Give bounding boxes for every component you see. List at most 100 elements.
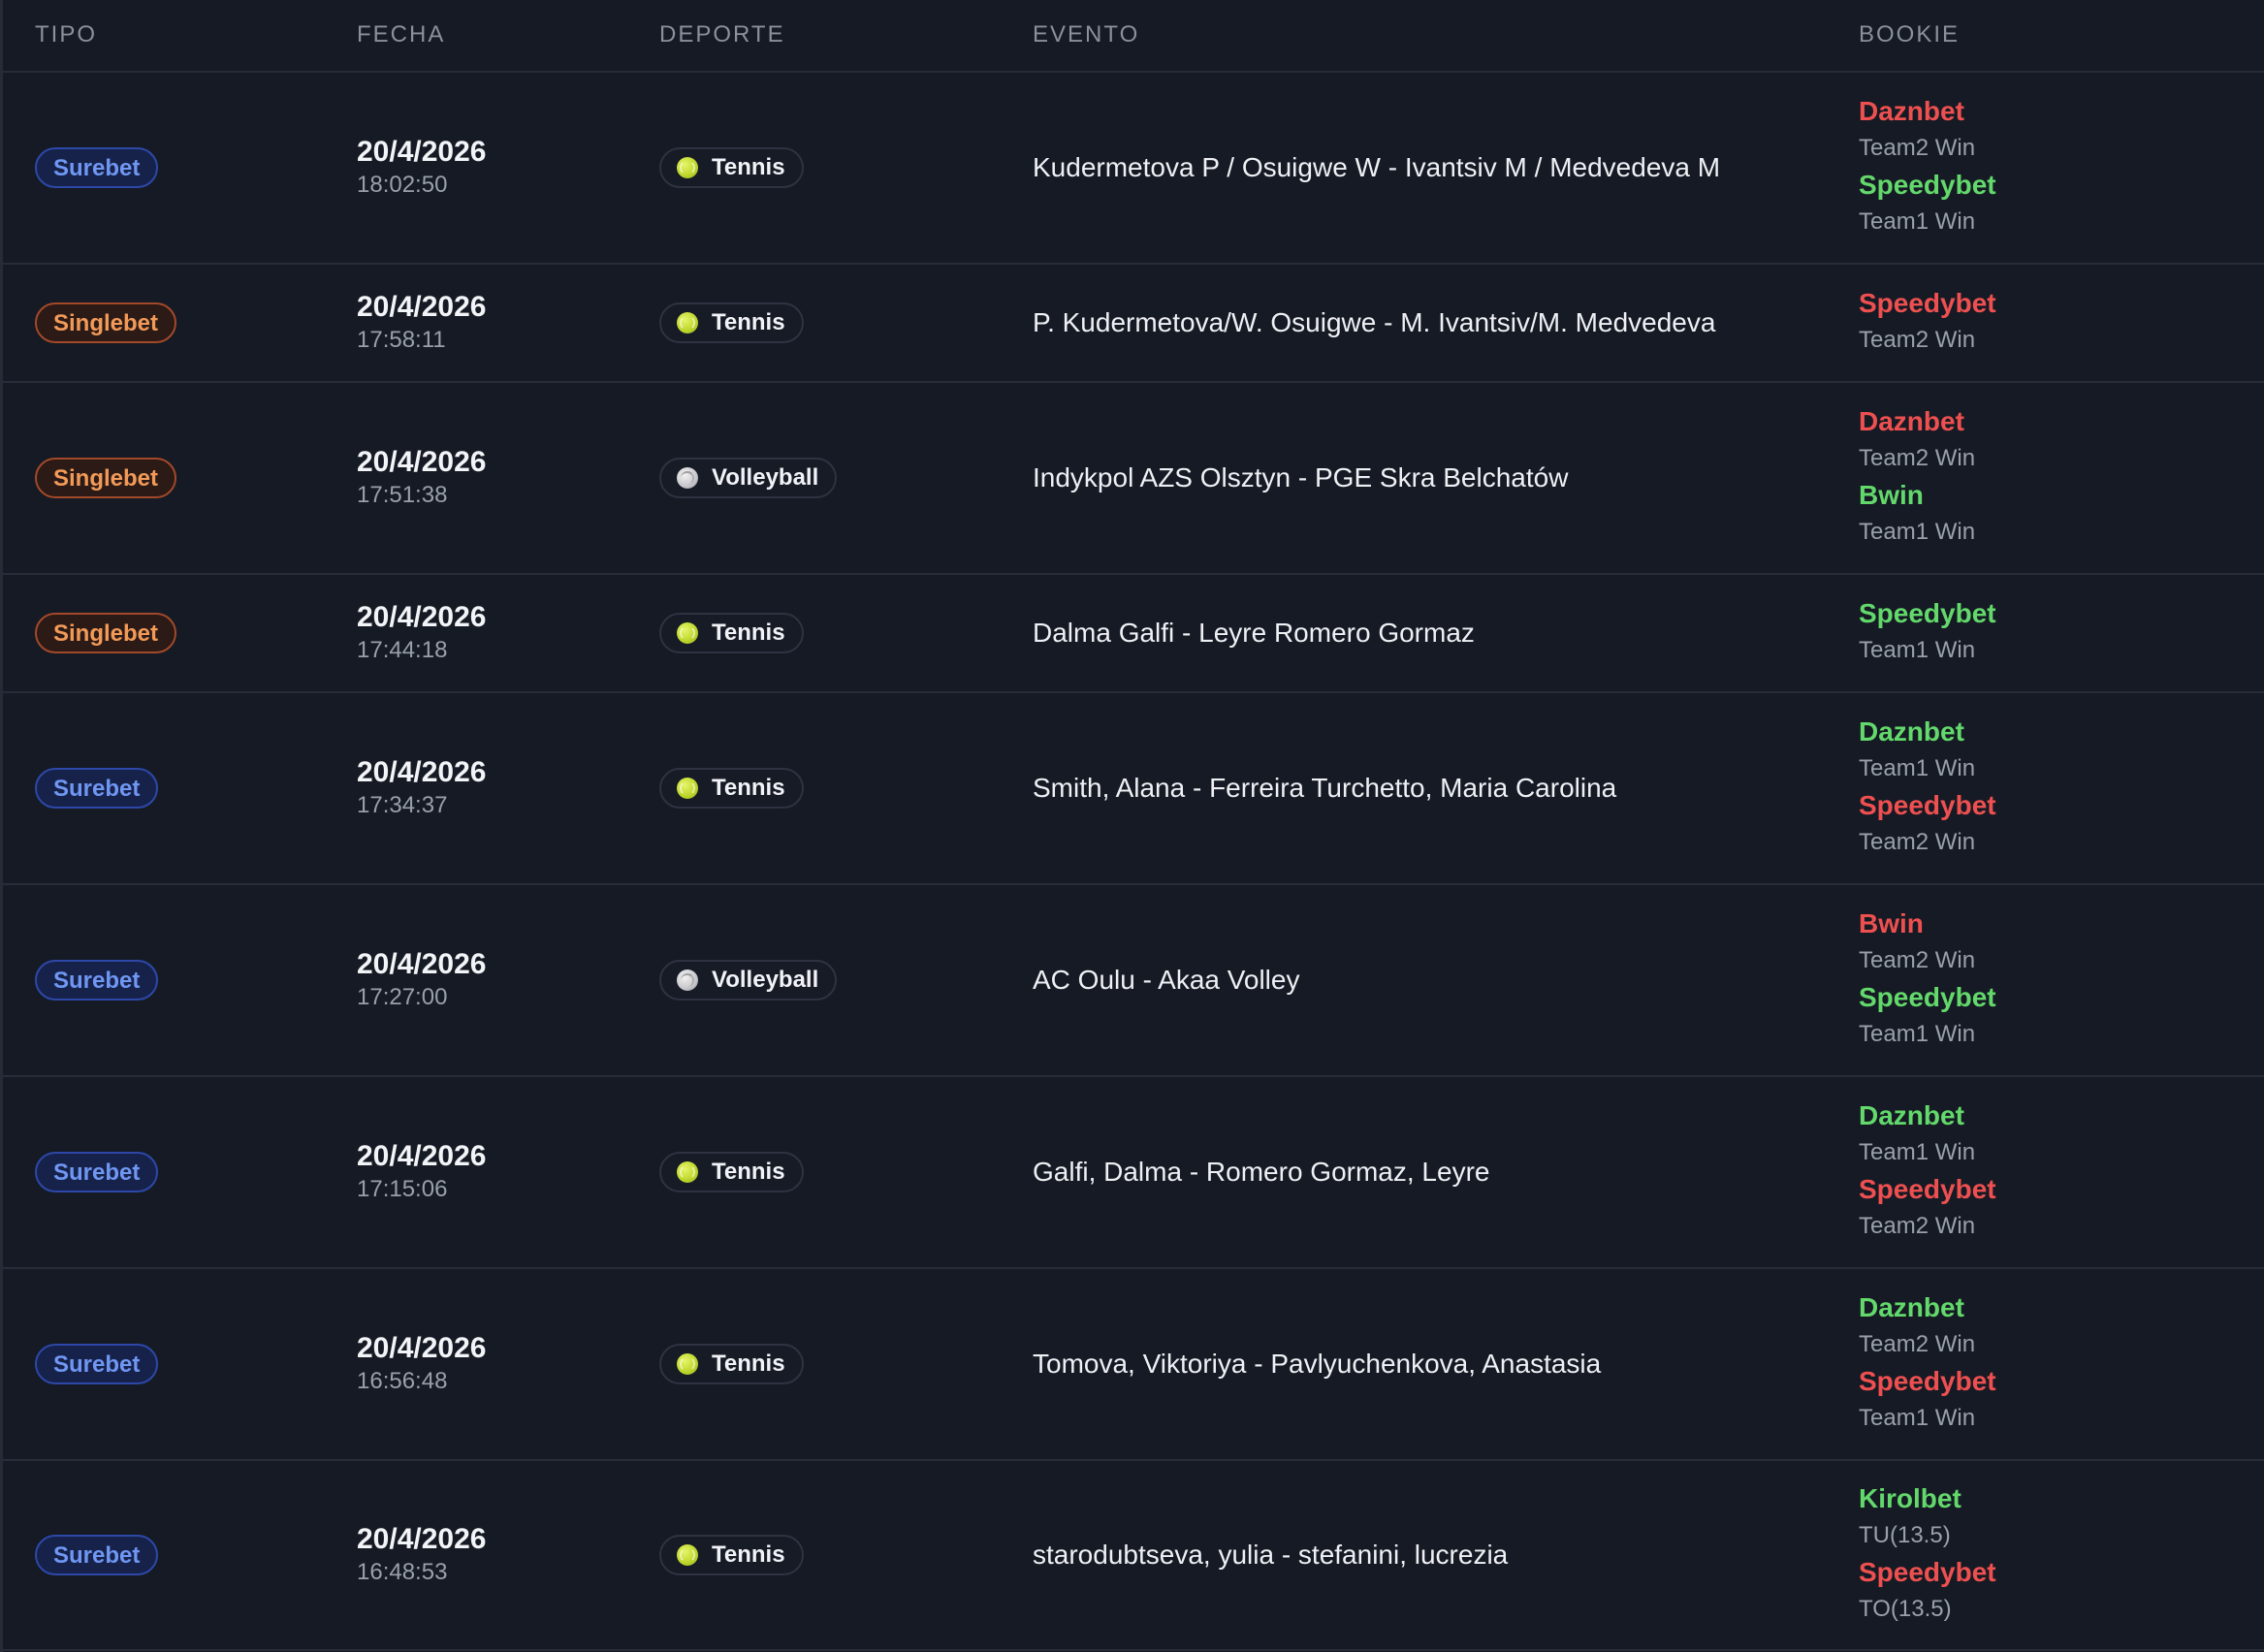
bookie-selection: Team1 Win bbox=[1859, 519, 1976, 545]
deporte-cell: Volleyball bbox=[659, 458, 838, 498]
table-row[interactable]: Surebet 20/4/2026 17:34:37 Tennis Smith, Ala… bbox=[3, 693, 2264, 885]
column-header-tipo[interactable]: TIPO bbox=[35, 21, 97, 48]
bookie-selection: Team2 Win bbox=[1859, 1331, 1976, 1357]
event-name[interactable]: starodubtseva, yulia - stefanini, lucrez… bbox=[1033, 1540, 1508, 1571]
table-row[interactable]: Surebet 20/4/2026 16:56:48 Tennis Tomova, Vi… bbox=[3, 1269, 2264, 1461]
bookie-name: Bwin bbox=[1859, 908, 1924, 938]
bookie-name: Speedybet bbox=[1859, 288, 1996, 318]
bookie-selection: Team1 Win bbox=[1859, 1021, 1976, 1047]
bookie-cell: Daznbet Team2 Win Speedybet Team1 Win bbox=[1859, 1290, 1996, 1438]
bookie-selection: Team1 Win bbox=[1859, 1139, 1976, 1165]
fecha-cell: 20/4/2026 17:27:00 bbox=[357, 947, 486, 1013]
bookie-name: Kirolbet bbox=[1859, 1483, 1961, 1513]
sport-label: Tennis bbox=[712, 1159, 785, 1185]
event-name[interactable]: Indykpol AZS Olsztyn - PGE Skra Belcható… bbox=[1033, 462, 1568, 493]
deporte-cell: Tennis bbox=[659, 613, 804, 653]
volleyball-icon bbox=[677, 969, 698, 991]
event-name[interactable]: AC Oulu - Akaa Volley bbox=[1033, 965, 1299, 996]
table-row[interactable]: Surebet 20/4/2026 17:27:00 Volleyball AC Oul… bbox=[3, 885, 2264, 1077]
table-row[interactable]: Singlebet 20/4/2026 17:51:38 Volleyball Indy… bbox=[3, 383, 2264, 575]
bookie-name: Daznbet bbox=[1859, 96, 1964, 126]
event-name[interactable]: P. Kudermetova/W. Osuigwe - M. Ivantsiv/… bbox=[1033, 307, 1715, 338]
tipo-cell: Singlebet bbox=[35, 613, 177, 653]
tipo-cell: Surebet bbox=[35, 147, 159, 188]
table-row[interactable]: Surebet 20/4/2026 17:15:06 Tennis Galfi, Dal… bbox=[3, 1077, 2264, 1269]
event-time: 16:56:48 bbox=[357, 1368, 448, 1394]
event-date: 20/4/2026 bbox=[357, 756, 487, 788]
table-row[interactable]: Surebet 20/4/2026 18:02:50 Tennis Kudermetov… bbox=[3, 73, 2264, 265]
sport-chip: Volleyball bbox=[659, 458, 838, 498]
event-date: 20/4/2026 bbox=[357, 291, 487, 323]
deporte-cell: Tennis bbox=[659, 768, 804, 809]
bookie-name: Speedybet bbox=[1859, 598, 1996, 628]
tipo-cell: Surebet bbox=[35, 1535, 159, 1575]
event-time: 17:27:00 bbox=[357, 984, 448, 1010]
event-time: 17:44:18 bbox=[357, 637, 448, 663]
event-date: 20/4/2026 bbox=[357, 136, 487, 168]
tipo-badge: Singlebet bbox=[35, 302, 177, 343]
event-name[interactable]: Dalma Galfi - Leyre Romero Gormaz bbox=[1033, 618, 1475, 649]
event-name[interactable]: Kudermetova P / Osuigwe W - Ivantsiv M /… bbox=[1033, 152, 1720, 183]
column-header-deporte[interactable]: DEPORTE bbox=[659, 21, 785, 48]
sport-chip: Tennis bbox=[659, 613, 804, 653]
table-row[interactable]: Singlebet 20/4/2026 17:58:11 Tennis P. Kuder… bbox=[3, 265, 2264, 383]
bookie-name: Bwin bbox=[1859, 480, 1924, 510]
bookie-name: Speedybet bbox=[1859, 1174, 1996, 1204]
tipo-cell: Singlebet bbox=[35, 302, 177, 343]
bookie-name: Daznbet bbox=[1859, 406, 1964, 436]
column-header-fecha[interactable]: FECHA bbox=[357, 21, 445, 48]
sport-label: Tennis bbox=[712, 309, 785, 335]
table-row[interactable]: Surebet 20/4/2026 16:48:53 Tennis starodubts… bbox=[3, 1461, 2264, 1651]
sport-chip: Tennis bbox=[659, 147, 804, 188]
sport-label: Volleyball bbox=[712, 967, 819, 993]
table-body: Surebet 20/4/2026 18:02:50 Tennis Kudermetov… bbox=[3, 73, 2264, 1651]
tennis-ball-icon bbox=[677, 778, 698, 799]
tipo-badge: Surebet bbox=[35, 1344, 159, 1384]
sport-label: Volleyball bbox=[712, 464, 819, 491]
bookie-selection: TO(13.5) bbox=[1859, 1596, 1952, 1622]
event-date: 20/4/2026 bbox=[357, 601, 487, 633]
bookie-selection: TU(13.5) bbox=[1859, 1522, 1951, 1548]
event-name[interactable]: Smith, Alana - Ferreira Turchetto, Maria… bbox=[1033, 773, 1616, 804]
bookie-selection: Team2 Win bbox=[1859, 445, 1976, 471]
sport-label: Tennis bbox=[712, 1350, 785, 1377]
bookie-selection: Team1 Win bbox=[1859, 755, 1976, 781]
tipo-badge: Surebet bbox=[35, 768, 159, 809]
bookie-name: Speedybet bbox=[1859, 170, 1996, 200]
fecha-cell: 20/4/2026 17:34:37 bbox=[357, 755, 486, 821]
sport-label: Tennis bbox=[712, 154, 785, 180]
bookie-cell: Daznbet Team2 Win Bwin Team1 Win bbox=[1859, 404, 1975, 552]
tipo-cell: Surebet bbox=[35, 960, 159, 1001]
deporte-cell: Tennis bbox=[659, 1535, 804, 1575]
event-name[interactable]: Galfi, Dalma - Romero Gormaz, Leyre bbox=[1033, 1157, 1489, 1188]
sport-label: Tennis bbox=[712, 620, 785, 646]
tipo-badge: Surebet bbox=[35, 147, 159, 188]
event-date: 20/4/2026 bbox=[357, 1140, 487, 1172]
tipo-cell: Singlebet bbox=[35, 458, 177, 498]
bookie-cell: Speedybet Team2 Win bbox=[1859, 286, 1996, 360]
event-name[interactable]: Tomova, Viktoriya - Pavlyuchenkova, Anas… bbox=[1033, 1349, 1601, 1380]
table-row[interactable]: Singlebet 20/4/2026 17:44:18 Tennis Dalma Ga… bbox=[3, 575, 2264, 693]
column-header-evento[interactable]: EVENTO bbox=[1033, 21, 1139, 48]
event-time: 17:58:11 bbox=[357, 327, 446, 353]
event-time: 17:15:06 bbox=[357, 1176, 448, 1202]
sport-chip: Tennis bbox=[659, 302, 804, 343]
fecha-cell: 20/4/2026 17:58:11 bbox=[357, 290, 486, 356]
bookie-name: Speedybet bbox=[1859, 1366, 1996, 1396]
event-time: 18:02:50 bbox=[357, 172, 448, 198]
deporte-cell: Tennis bbox=[659, 302, 804, 343]
tennis-ball-icon bbox=[677, 312, 698, 334]
event-time: 17:51:38 bbox=[357, 482, 448, 508]
table-header: TIPO FECHA DEPORTE EVENTO BOOKIE bbox=[3, 0, 2264, 73]
sport-chip: Volleyball bbox=[659, 960, 838, 1001]
sport-chip: Tennis bbox=[659, 768, 804, 809]
tipo-badge: Surebet bbox=[35, 960, 159, 1001]
tipo-badge: Surebet bbox=[35, 1152, 159, 1192]
bookie-name: Daznbet bbox=[1859, 716, 1964, 747]
column-header-bookie[interactable]: BOOKIE bbox=[1859, 21, 1960, 48]
event-time: 17:34:37 bbox=[357, 792, 448, 818]
fecha-cell: 20/4/2026 17:51:38 bbox=[357, 445, 486, 511]
bookie-selection: Team2 Win bbox=[1859, 1213, 1976, 1239]
tipo-cell: Surebet bbox=[35, 768, 159, 809]
tipo-cell: Surebet bbox=[35, 1344, 159, 1384]
